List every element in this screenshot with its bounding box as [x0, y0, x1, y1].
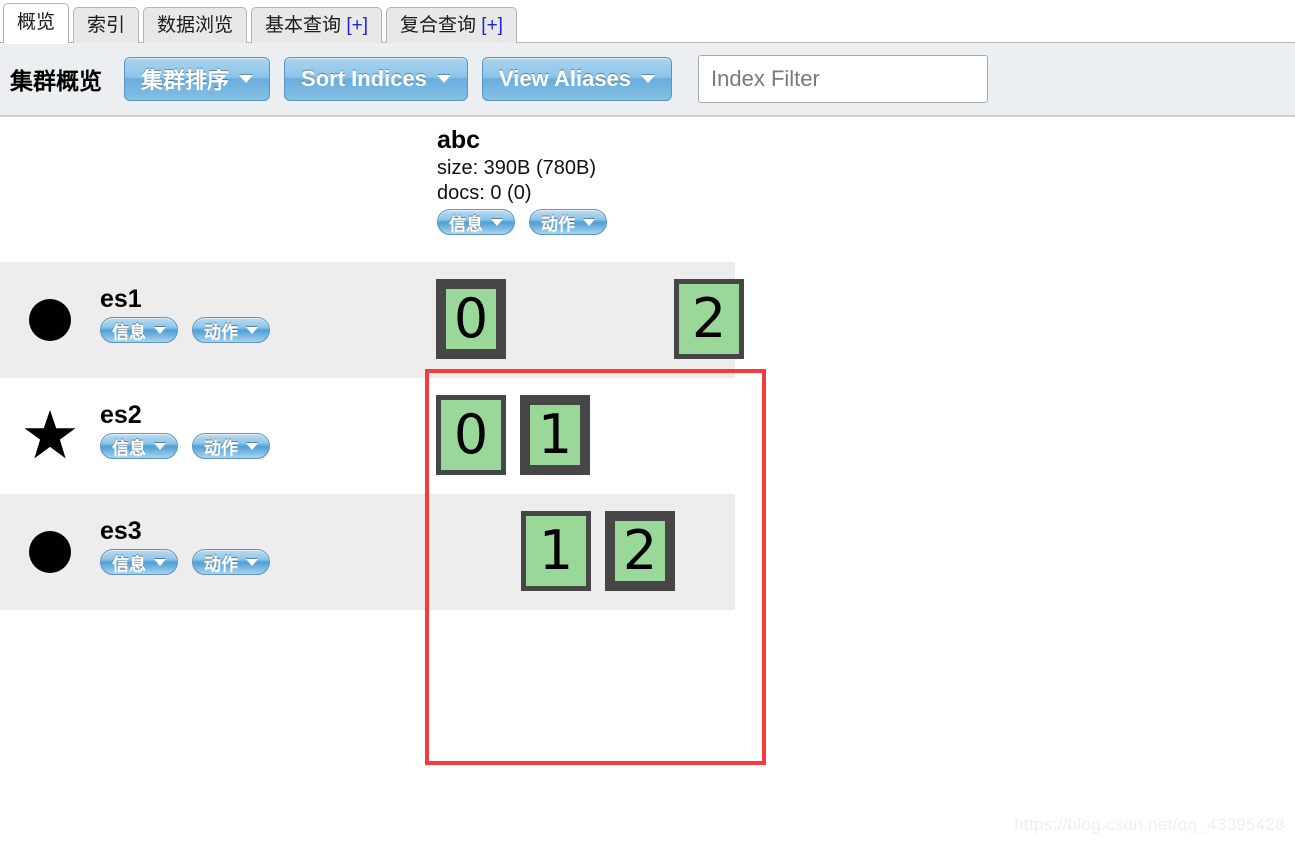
chevron-down-icon: [239, 75, 254, 83]
tab-overview[interactable]: 概览: [3, 3, 70, 43]
index-size: size: 390B (780B): [437, 157, 596, 179]
chevron-down-icon: [154, 326, 166, 334]
shard-slot: 1: [521, 511, 591, 591]
table-row: es3 信息 动作 1 2: [0, 494, 735, 610]
table-row: es2 信息 动作 0 1: [0, 378, 735, 494]
circle-icon: [29, 299, 71, 341]
node-action-button[interactable]: 动作: [192, 433, 270, 459]
cluster-toolbar: 集群概览 集群排序 Sort Indices View Aliases: [0, 43, 1295, 117]
node-info-button[interactable]: 信息: [100, 433, 178, 459]
node-info-cell: es3 信息 动作: [100, 494, 425, 575]
node-role-cell: [0, 262, 100, 378]
index-column-header: abc size: 390B (780B) docs: 0 (0) 信息 动作: [437, 124, 737, 235]
node-info-cell: es2 信息 动作: [100, 378, 425, 459]
node-action-label: 动作: [204, 438, 238, 458]
tab-indices[interactable]: 索引: [73, 7, 140, 43]
node-row-list: es1 信息 动作 0 2 es2 信息 动作 0 1 es3 信息 动作 1 …: [0, 262, 744, 610]
shard-box[interactable]: 0: [436, 279, 506, 359]
shard-cell: 0 1: [425, 378, 735, 494]
node-action-button[interactable]: 动作: [192, 317, 270, 343]
cluster-overview-board: abc size: 390B (780B) docs: 0 (0) 信息 动作 …: [0, 117, 1295, 843]
sort-indices-label: Sort Indices: [301, 66, 427, 91]
node-name: es1: [100, 285, 142, 313]
shard-slot: 0: [436, 395, 506, 475]
shard-slot-empty: [639, 395, 709, 475]
node-info-button[interactable]: 信息: [100, 317, 178, 343]
shard-slot: 1: [520, 395, 590, 475]
tab-bar: 概览 索引 数据浏览 基本查询 [+] 复合查询 [+]: [0, 0, 1295, 43]
chevron-down-icon: [246, 558, 258, 566]
page-title: 集群概览: [10, 68, 102, 94]
shard-box[interactable]: 2: [674, 279, 744, 359]
node-name: es2: [100, 401, 142, 429]
shard-cell: 0 2: [425, 262, 744, 378]
index-info-label: 信息: [449, 214, 483, 234]
tab-overview-label: 概览: [17, 12, 56, 33]
shard-box[interactable]: 1: [521, 511, 591, 591]
node-action-label: 动作: [204, 322, 238, 342]
node-info-label: 信息: [112, 438, 146, 458]
index-action-label: 动作: [541, 214, 575, 234]
index-filter-input[interactable]: [698, 55, 989, 103]
node-action-label: 动作: [204, 554, 238, 574]
node-info-label: 信息: [112, 554, 146, 574]
node-info-label: 信息: [112, 322, 146, 342]
node-action-button[interactable]: 动作: [192, 549, 270, 575]
shard-box[interactable]: 0: [436, 395, 506, 475]
tab-indices-label: 索引: [87, 15, 126, 36]
index-name: abc: [437, 126, 481, 154]
index-action-button[interactable]: 动作: [529, 209, 607, 235]
node-role-cell: [0, 378, 100, 494]
star-icon: [24, 410, 76, 459]
shard-slot: 2: [674, 279, 744, 359]
tab-compound-query[interactable]: 复合查询 [+]: [386, 7, 517, 43]
tab-compound-query-label: 复合查询: [400, 15, 477, 36]
view-aliases-button[interactable]: View Aliases: [481, 57, 673, 101]
shard-cell: 1 2: [425, 494, 735, 610]
chevron-down-icon: [246, 442, 258, 450]
index-docs: docs: 0 (0): [437, 182, 532, 204]
node-info-button[interactable]: 信息: [100, 549, 178, 575]
chevron-down-icon: [583, 218, 595, 226]
shard-slot: 2: [605, 511, 675, 591]
tab-basic-query-label: 基本查询: [265, 15, 342, 36]
view-aliases-label: View Aliases: [498, 66, 632, 91]
node-info-cell: es1 信息 动作: [100, 262, 425, 343]
index-info-button[interactable]: 信息: [437, 209, 515, 235]
node-role-cell: [0, 494, 100, 610]
chevron-down-icon: [436, 75, 451, 83]
chevron-down-icon: [641, 75, 656, 83]
shard-box[interactable]: 2: [605, 511, 675, 591]
table-row: es1 信息 动作 0 2: [0, 262, 744, 378]
chevron-down-icon: [246, 326, 258, 334]
tab-data-browse[interactable]: 数据浏览: [143, 7, 248, 43]
tab-compound-query-expand[interactable]: [+]: [481, 15, 503, 36]
tab-data-browse-label: 数据浏览: [157, 15, 234, 36]
node-actions: 信息 动作: [100, 549, 425, 575]
tab-basic-query-expand[interactable]: [+]: [346, 15, 368, 36]
chevron-down-icon: [154, 558, 166, 566]
shard-box[interactable]: 1: [520, 395, 590, 475]
chevron-down-icon: [491, 218, 503, 226]
tab-list: 概览 索引 数据浏览 基本查询 [+] 复合查询 [+]: [3, 3, 521, 43]
sort-cluster-button[interactable]: 集群排序: [124, 57, 271, 101]
index-actions: 信息 动作: [437, 209, 737, 235]
watermark-text: https://blog.csdn.net/qq_43395428: [1014, 815, 1285, 834]
chevron-down-icon: [154, 442, 166, 450]
shard-slot-empty: [555, 279, 625, 359]
sort-indices-button[interactable]: Sort Indices: [284, 57, 468, 101]
node-name: es3: [100, 517, 142, 545]
node-actions: 信息 动作: [100, 317, 425, 343]
sort-cluster-label: 集群排序: [141, 68, 230, 93]
shard-slot: 0: [436, 279, 506, 359]
tab-basic-query[interactable]: 基本查询 [+]: [251, 7, 382, 43]
node-actions: 信息 动作: [100, 433, 425, 459]
circle-icon: [29, 531, 71, 573]
